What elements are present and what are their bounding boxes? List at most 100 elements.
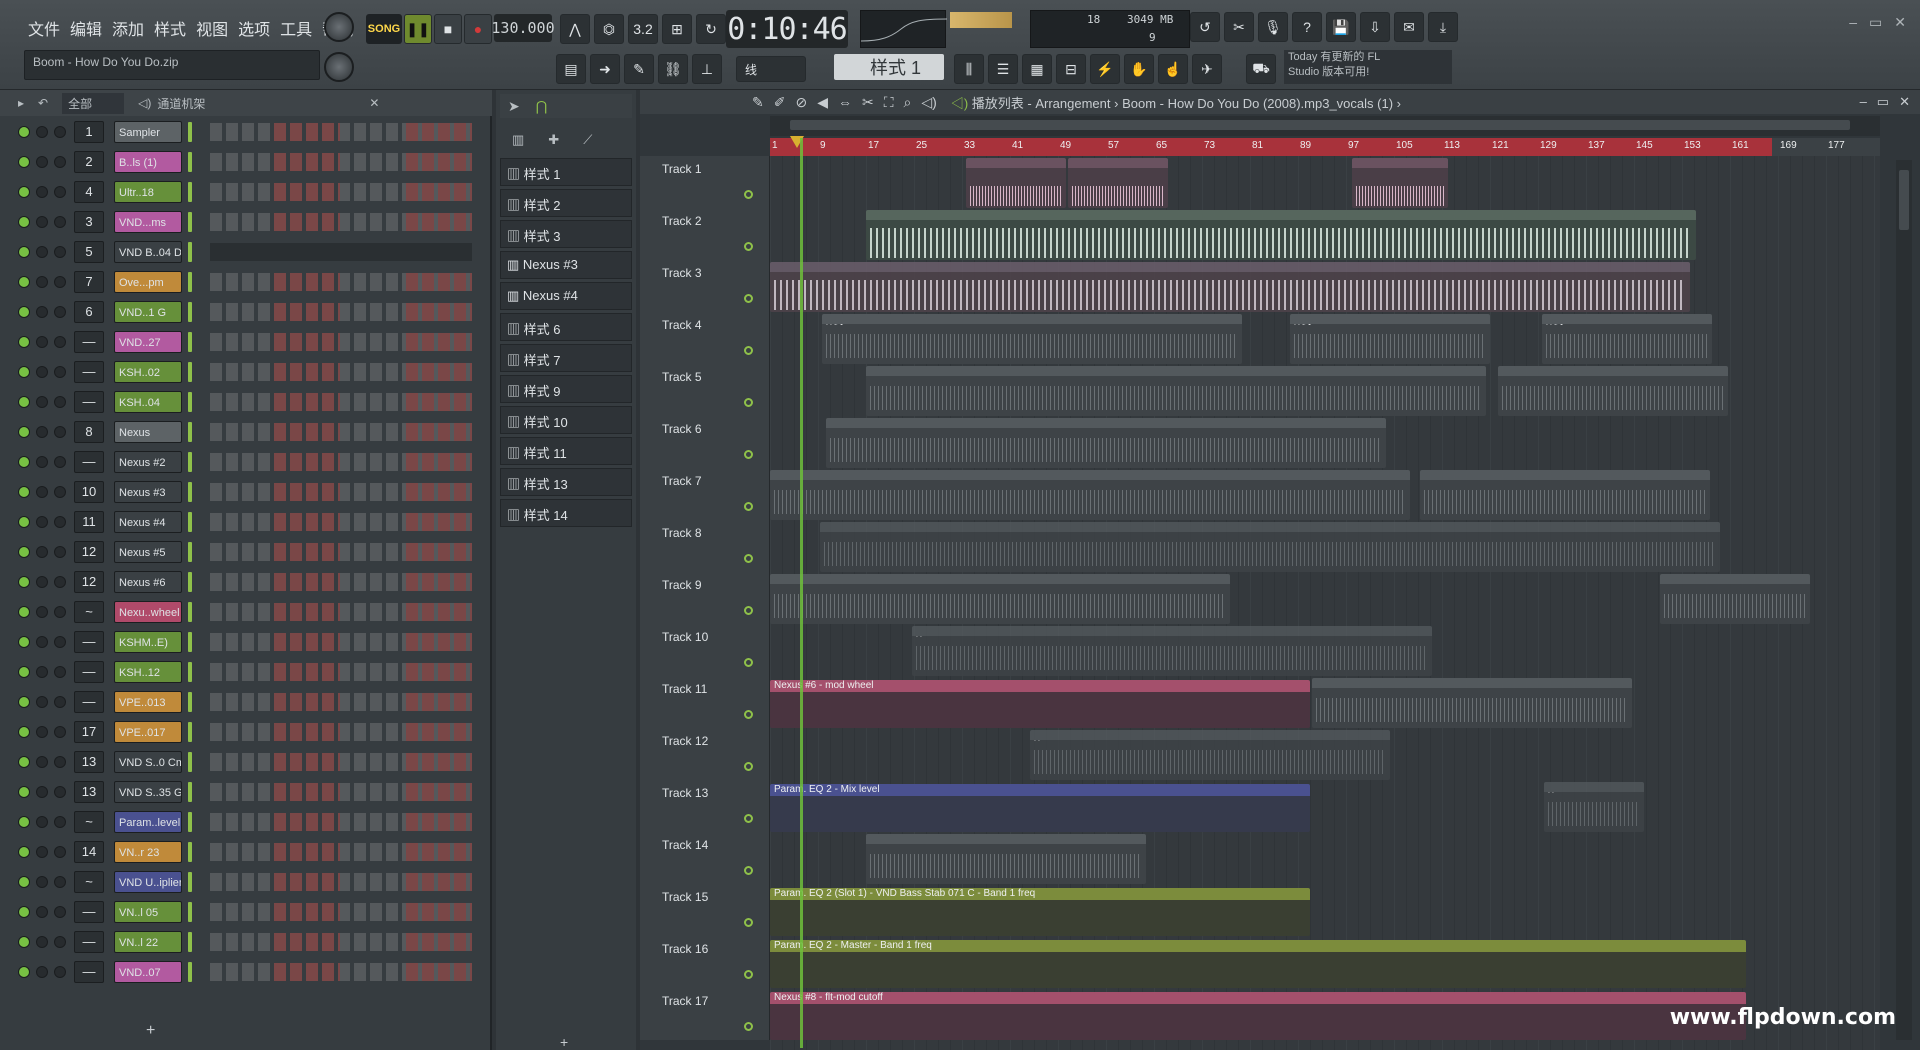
track-enable-led[interactable] [744, 814, 753, 823]
channel-volume-knob[interactable] [54, 906, 66, 918]
channel-name-button[interactable]: VPE..013 [114, 691, 182, 713]
channel-select-indicator[interactable] [188, 632, 192, 652]
channel-mute-led[interactable] [18, 486, 30, 498]
channel-volume-knob[interactable] [54, 636, 66, 648]
channel-select-indicator[interactable] [188, 842, 192, 862]
menu-tools[interactable]: 工具 [278, 14, 314, 42]
tempo-tap-button[interactable]: ✋ [1124, 54, 1154, 84]
channel-volume-knob[interactable] [54, 396, 66, 408]
channel-mixer-track[interactable]: 7 [74, 271, 104, 293]
channel-volume-knob[interactable] [54, 126, 66, 138]
channel-name-button[interactable]: KSHM..E) [114, 631, 182, 653]
channel-pan-knob[interactable] [36, 186, 48, 198]
track-header[interactable]: Track 15 [640, 884, 770, 936]
pattern-item[interactable]: ▥ 样式 2 [500, 189, 632, 217]
track-enable-led[interactable] [744, 294, 753, 303]
channel-select-indicator[interactable] [188, 332, 192, 352]
channel-mixer-track[interactable]: 14 [74, 841, 104, 863]
channel-mute-led[interactable] [18, 366, 30, 378]
channel-pan-knob[interactable] [36, 606, 48, 618]
channel-mute-led[interactable] [18, 186, 30, 198]
track-enable-led[interactable] [744, 190, 753, 199]
channel-mixer-track[interactable]: 11 [74, 511, 104, 533]
channel-mute-led[interactable] [18, 426, 30, 438]
step-sequencer[interactable] [210, 963, 472, 981]
channel-select-indicator[interactable] [188, 362, 192, 382]
channel-mixer-track[interactable]: 10 [74, 481, 104, 503]
browser-button[interactable]: ⊟ [1056, 54, 1086, 84]
channel-row[interactable]: 4 Ultr..18 [12, 180, 480, 204]
channel-row[interactable]: — VPE..013 [12, 690, 480, 714]
channel-name-button[interactable]: Nexus #2 [114, 451, 182, 473]
delete-tool-icon[interactable]: ⊘ [795, 94, 807, 111]
track-enable-led[interactable] [744, 242, 753, 251]
channel-volume-knob[interactable] [54, 786, 66, 798]
pattern-item[interactable]: ▥ 样式 11 [500, 437, 632, 465]
arrow-button[interactable]: ➜ [590, 54, 620, 84]
minimize-icon[interactable]: – [1849, 14, 1857, 31]
pencil-tool-icon[interactable]: ✎ [752, 94, 764, 111]
channel-row[interactable]: — KSH..04 [12, 390, 480, 414]
shop-button[interactable]: ⛟ [1246, 54, 1276, 84]
channel-select-indicator[interactable] [188, 872, 192, 892]
menu-view[interactable]: 视图 [194, 14, 230, 42]
track-enable-led[interactable] [744, 346, 753, 355]
channel-pan-knob[interactable] [36, 546, 48, 558]
channel-mixer-track[interactable]: 3 [74, 211, 104, 233]
pattern-clip[interactable]: 样..6 [912, 626, 1432, 676]
channel-select-indicator[interactable] [188, 542, 192, 562]
channel-select-indicator[interactable] [188, 242, 192, 262]
cut-button[interactable]: ✂ [1224, 12, 1254, 42]
pattern-item[interactable]: ▥ 样式 14 [500, 499, 632, 527]
channel-row[interactable]: — KSH..02 [12, 360, 480, 384]
channel-pan-knob[interactable] [36, 636, 48, 648]
track-header[interactable]: Track 4 [640, 312, 770, 364]
channel-mute-led[interactable] [18, 816, 30, 828]
channel-pan-knob[interactable] [36, 126, 48, 138]
step-sequencer[interactable] [210, 513, 472, 531]
channel-row[interactable]: — VND..27 [12, 330, 480, 354]
channel-pan-knob[interactable] [36, 486, 48, 498]
channel-name-button[interactable]: Ultr..18 [114, 181, 182, 203]
channel-mixer-track[interactable]: — [74, 901, 104, 923]
pattern-item[interactable]: ▥ 样式 3 [500, 220, 632, 248]
channel-select-indicator[interactable] [188, 962, 192, 982]
step-sequencer[interactable] [210, 933, 472, 951]
timeline-ruler[interactable]: 1 9 17 25 33 41 49 57 65 73 81 89 97 105 113 121 129 137 1… [770, 138, 1880, 156]
channel-name-button[interactable]: VN..l 22 [114, 931, 182, 953]
step-sequencer[interactable] [210, 303, 472, 321]
channel-mute-led[interactable] [18, 846, 30, 858]
channel-mixer-track[interactable]: — [74, 451, 104, 473]
pattern-item[interactable]: ▥ 样式 10 [500, 406, 632, 434]
channel-pan-knob[interactable] [36, 336, 48, 348]
channel-volume-knob[interactable] [54, 366, 66, 378]
channel-select-indicator[interactable] [188, 212, 192, 232]
channel-name-button[interactable]: Sampler [114, 121, 182, 143]
channel-row[interactable]: 5 VND B..04 D# [12, 240, 480, 264]
minimize-icon[interactable]: – [1860, 94, 1867, 110]
pattern-selector[interactable]: 样式 1 [834, 54, 944, 80]
channel-volume-knob[interactable] [54, 486, 66, 498]
channel-pan-knob[interactable] [36, 786, 48, 798]
track-header[interactable]: Track 7 [640, 468, 770, 520]
channel-pan-knob[interactable] [36, 846, 48, 858]
pattern-clip[interactable] [1420, 470, 1710, 520]
automation-clip[interactable]: Param. EQ 2 - Master - Band 1 freq [770, 940, 1746, 988]
channel-row[interactable]: — KSH..12 [12, 660, 480, 684]
channel-name-button[interactable]: Ove...pm [114, 271, 182, 293]
channel-mixer-track[interactable]: — [74, 931, 104, 953]
channel-pan-knob[interactable] [36, 246, 48, 258]
channel-mixer-track[interactable]: 4 [74, 181, 104, 203]
track-header[interactable]: Track 17 [640, 988, 770, 1040]
channel-select-indicator[interactable] [188, 812, 192, 832]
channel-name-button[interactable]: KSH..02 [114, 361, 182, 383]
track-enable-led[interactable] [744, 918, 753, 927]
channel-mixer-track[interactable]: ~ [74, 601, 104, 623]
undo-history-button[interactable]: ↺ [1190, 12, 1220, 42]
channel-name-button[interactable]: Nexus [114, 421, 182, 443]
channel-row[interactable]: 12 Nexus #6 [12, 570, 480, 594]
channel-select-indicator[interactable] [188, 482, 192, 502]
channel-pan-knob[interactable] [36, 936, 48, 948]
scroll-thumb[interactable] [790, 120, 1850, 130]
channel-volume-knob[interactable] [54, 846, 66, 858]
